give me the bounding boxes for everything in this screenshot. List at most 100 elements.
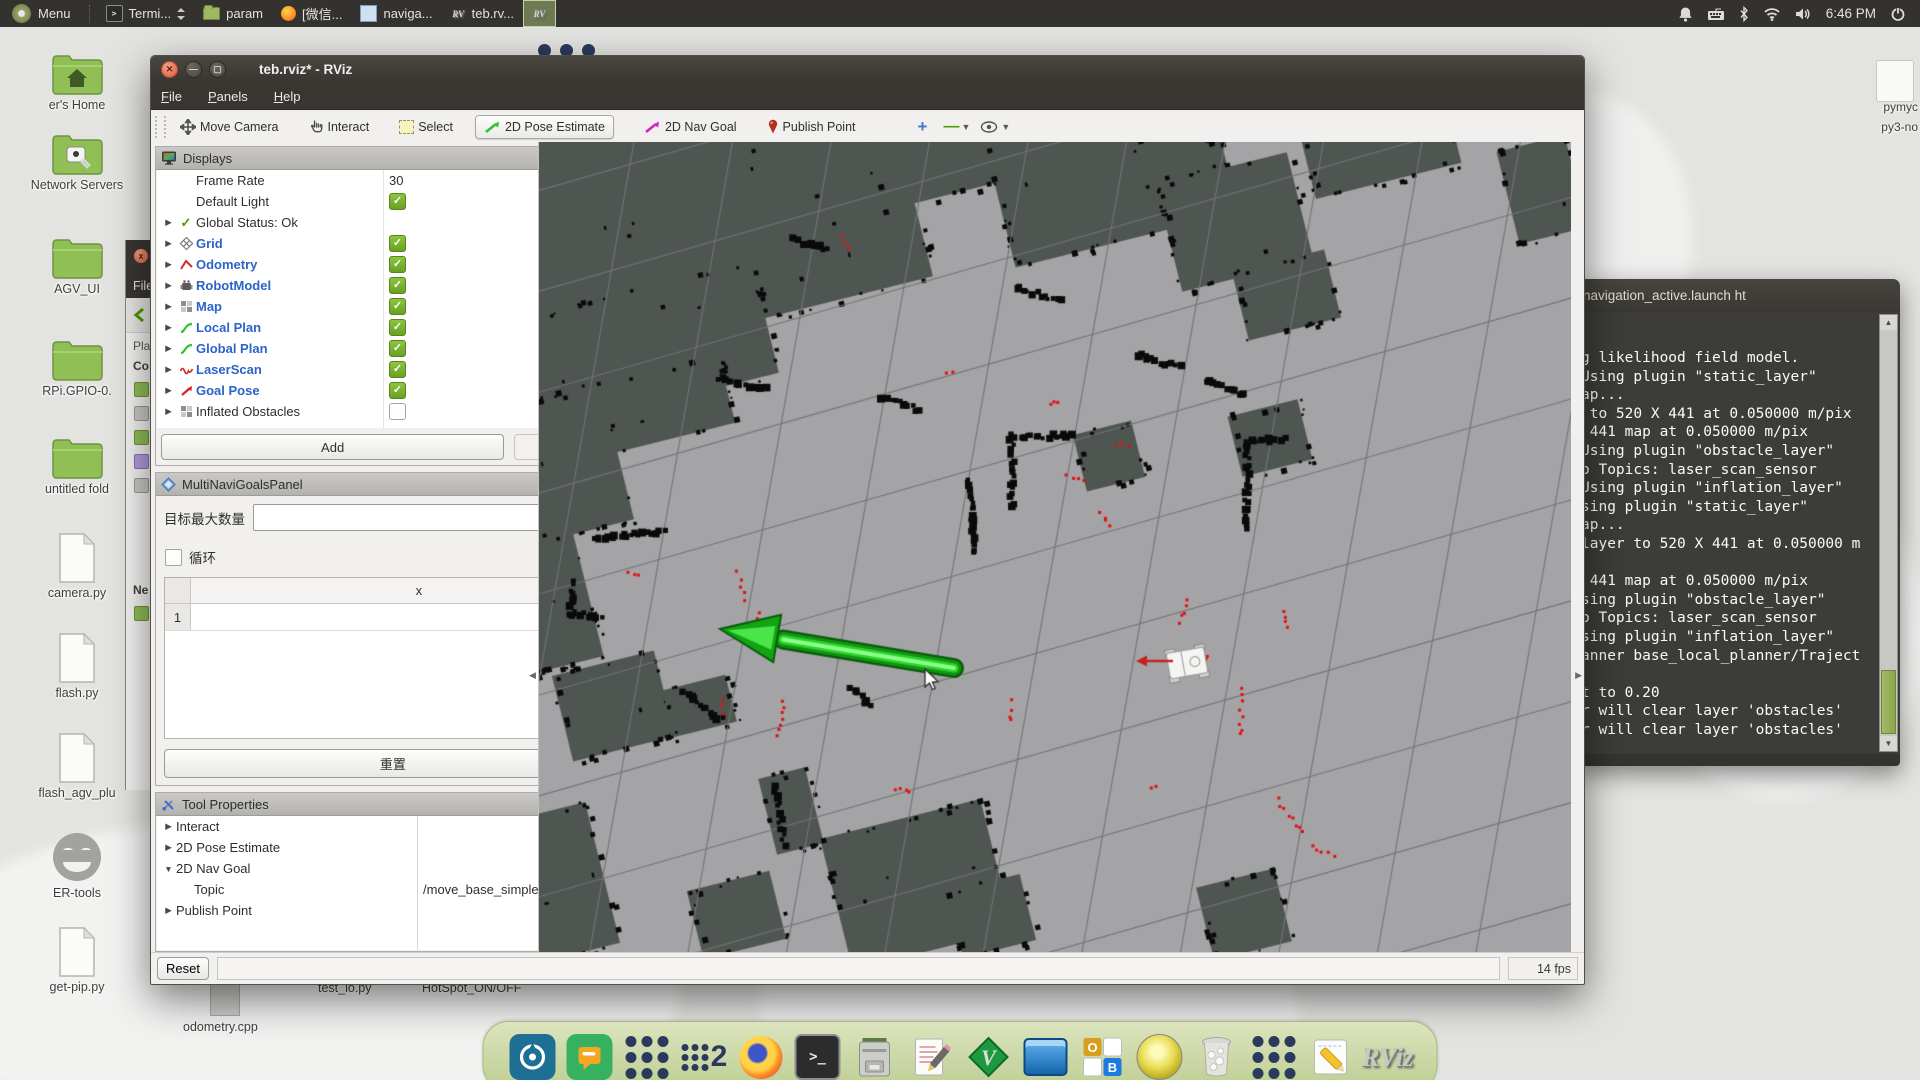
enabled-checkbox[interactable]: ✓	[389, 298, 406, 315]
enabled-checkbox[interactable]: ✓	[389, 340, 406, 357]
dock-ob-launcher-icon[interactable]: OB	[1078, 1031, 1128, 1080]
network-icon[interactable]	[134, 606, 149, 621]
expander-icon[interactable]: ▶	[161, 217, 176, 228]
loop-checkbox[interactable]	[165, 548, 182, 566]
taskbar-window-teb.rv...[interactable]: RV teb.rv...	[442, 0, 523, 27]
taskbar-window-Termi...[interactable]: > Termi...	[97, 0, 195, 27]
menu-help[interactable]: Help	[274, 89, 301, 104]
maximize-icon[interactable]: ▢	[209, 61, 226, 78]
expander-icon[interactable]: ▶	[161, 322, 176, 333]
keyboard-layout-icon[interactable]	[1707, 7, 1725, 21]
dock-vim-icon[interactable]: V	[964, 1031, 1014, 1080]
expander-icon[interactable]: ▶	[161, 406, 176, 417]
desktop-icon-agv-ui[interactable]: AGV_UI	[22, 236, 132, 296]
file-manager-window-partial[interactable]: x File Pla Co Ne	[125, 240, 152, 790]
desktop-icon-get-pip-py[interactable]: get-pip.py	[22, 926, 132, 994]
enabled-checkbox[interactable]: ✓	[389, 319, 406, 336]
expander-icon[interactable]: ▶	[161, 301, 176, 312]
terminal-titlebar[interactable]: navigation_active.launch ht	[1577, 279, 1900, 312]
scrollbar-thumb[interactable]	[1881, 670, 1896, 734]
desktop-icon-rpi-gpio-0-[interactable]: RPi.GPIO-0.	[22, 338, 132, 398]
dock-trash-icon[interactable]	[1192, 1031, 1242, 1080]
add-display-button[interactable]: Add	[161, 434, 505, 460]
rviz-window[interactable]: ✕ — ▢ teb.rviz* - RViz File Panels Help Mo…	[150, 55, 1585, 985]
tool-move-camera[interactable]: Move Camera	[172, 115, 287, 139]
taskbar-window-rviz-active[interactable]: RV	[523, 0, 557, 27]
menu-panels[interactable]: Panels	[208, 89, 248, 104]
scroll-up-icon[interactable]: ▲	[1880, 315, 1897, 330]
desktop-icon-flash-agv-plu[interactable]: flash_agv_plu	[22, 732, 132, 800]
dock-terminal-icon[interactable]: >_	[793, 1031, 843, 1080]
enabled-checkbox[interactable]: ✓	[389, 256, 406, 273]
dock-remote-viewer-icon[interactable]	[1021, 1031, 1071, 1080]
desktop-icon-odometry[interactable]	[210, 983, 240, 1016]
chevron-down-icon[interactable]: ▼	[1001, 122, 1010, 132]
desktop-icon-er-s-home[interactable]: er's Home	[22, 52, 132, 112]
collapse-right-panel-icon[interactable]: ▶	[1575, 670, 1582, 681]
dock-workspace-switcher-icon[interactable]: 2	[679, 1031, 729, 1080]
chevron-down-icon[interactable]: ▼	[961, 122, 970, 132]
tool-interact[interactable]: Interact	[301, 115, 378, 139]
expander-icon[interactable]: ▼	[161, 864, 176, 874]
file-manager-menu-file[interactable]: File	[126, 274, 152, 298]
collapse-left-panel-icon[interactable]: ◀	[529, 670, 536, 681]
remove-tool-icon[interactable]: —	[943, 118, 959, 136]
dock-sphere-icon[interactable]	[1135, 1031, 1185, 1080]
dock-app-grid-2-icon[interactable]	[1249, 1031, 1299, 1080]
desktop-icon-untitled-fold[interactable]: untitled fold	[22, 436, 132, 496]
menu-button[interactable]: Menu	[0, 0, 83, 27]
dock-notes-icon[interactable]	[1306, 1031, 1356, 1080]
enabled-checkbox[interactable]: ✓	[389, 193, 406, 210]
desktop-icon-label-odometry[interactable]: odometry.cpp	[183, 1020, 258, 1034]
desktop-icon-flash-py[interactable]: flash.py	[22, 632, 132, 700]
expander-icon[interactable]: ▶	[161, 905, 176, 916]
desktop-icon-network-servers[interactable]: Network Servers	[22, 132, 132, 192]
close-icon[interactable]: ✕	[161, 61, 178, 78]
rviz-3d-viewport[interactable]	[539, 142, 1571, 953]
dock-firefox-icon[interactable]	[736, 1031, 786, 1080]
enabled-checkbox[interactable]: ✓	[389, 235, 406, 252]
expander-icon[interactable]: ▶	[161, 842, 176, 853]
expander-icon[interactable]: ▶	[161, 343, 176, 354]
expander-icon[interactable]: ▶	[161, 280, 176, 291]
notifications-bell-icon[interactable]	[1678, 6, 1693, 22]
expander-icon[interactable]: ▶	[161, 364, 176, 375]
expander-icon[interactable]: ▶	[161, 238, 176, 249]
dock-file-archiver-icon[interactable]	[850, 1031, 900, 1080]
device-icon[interactable]	[134, 478, 149, 493]
menu-file[interactable]: File	[161, 89, 182, 104]
dock-rviz-icon[interactable]: RViz	[1361, 1031, 1413, 1080]
taskbar-window-[微信...[interactable]: [微信...	[272, 0, 351, 27]
bluetooth-icon[interactable]	[1739, 5, 1749, 22]
drive-icon[interactable]	[134, 406, 149, 421]
add-tool-icon[interactable]: +	[918, 117, 928, 137]
visibility-eye-icon[interactable]	[980, 120, 998, 133]
dock-messages-icon[interactable]	[565, 1031, 615, 1080]
desktop-icon-pymycobot[interactable]	[1876, 60, 1914, 102]
sidebar-item-computer[interactable]: Co	[126, 353, 152, 373]
terminal-scrollbar[interactable]: ▲ ▼	[1879, 314, 1898, 752]
back-icon[interactable]	[132, 307, 146, 323]
enabled-checkbox[interactable]: ✓	[389, 361, 406, 378]
minimize-icon[interactable]: —	[185, 61, 202, 78]
desktop-icon-camera-py[interactable]: camera.py	[22, 532, 132, 600]
taskbar-window-naviga...[interactable]: naviga...	[351, 0, 441, 27]
terminal-window[interactable]: navigation_active.launch ht g likelihood…	[1577, 279, 1900, 766]
folder-icon[interactable]	[134, 382, 149, 397]
reset-button[interactable]: Reset	[157, 957, 209, 980]
dock-app-grid-icon[interactable]	[622, 1031, 672, 1080]
taskbar-window-param[interactable]: param	[194, 0, 272, 27]
expander-icon[interactable]: ▶	[161, 821, 176, 832]
enabled-checkbox[interactable]: ✓	[389, 382, 406, 399]
toolbar-drag-handle[interactable]	[155, 115, 166, 138]
dock-text-editor-icon[interactable]	[907, 1031, 957, 1080]
wifi-icon[interactable]	[1763, 7, 1781, 21]
enabled-checkbox[interactable]	[389, 403, 406, 420]
dock-mattermost-icon[interactable]	[508, 1031, 558, 1080]
session-menu-icon[interactable]	[1890, 6, 1906, 22]
tool-select[interactable]: Select	[391, 116, 461, 138]
terminal-output[interactable]: g likelihood field model. Using plugin "s…	[1577, 312, 1900, 754]
clock[interactable]: 6:46 PM	[1826, 6, 1876, 21]
scroll-down-icon[interactable]: ▼	[1880, 736, 1897, 751]
tool-publish-point[interactable]: Publish Point	[759, 115, 864, 138]
